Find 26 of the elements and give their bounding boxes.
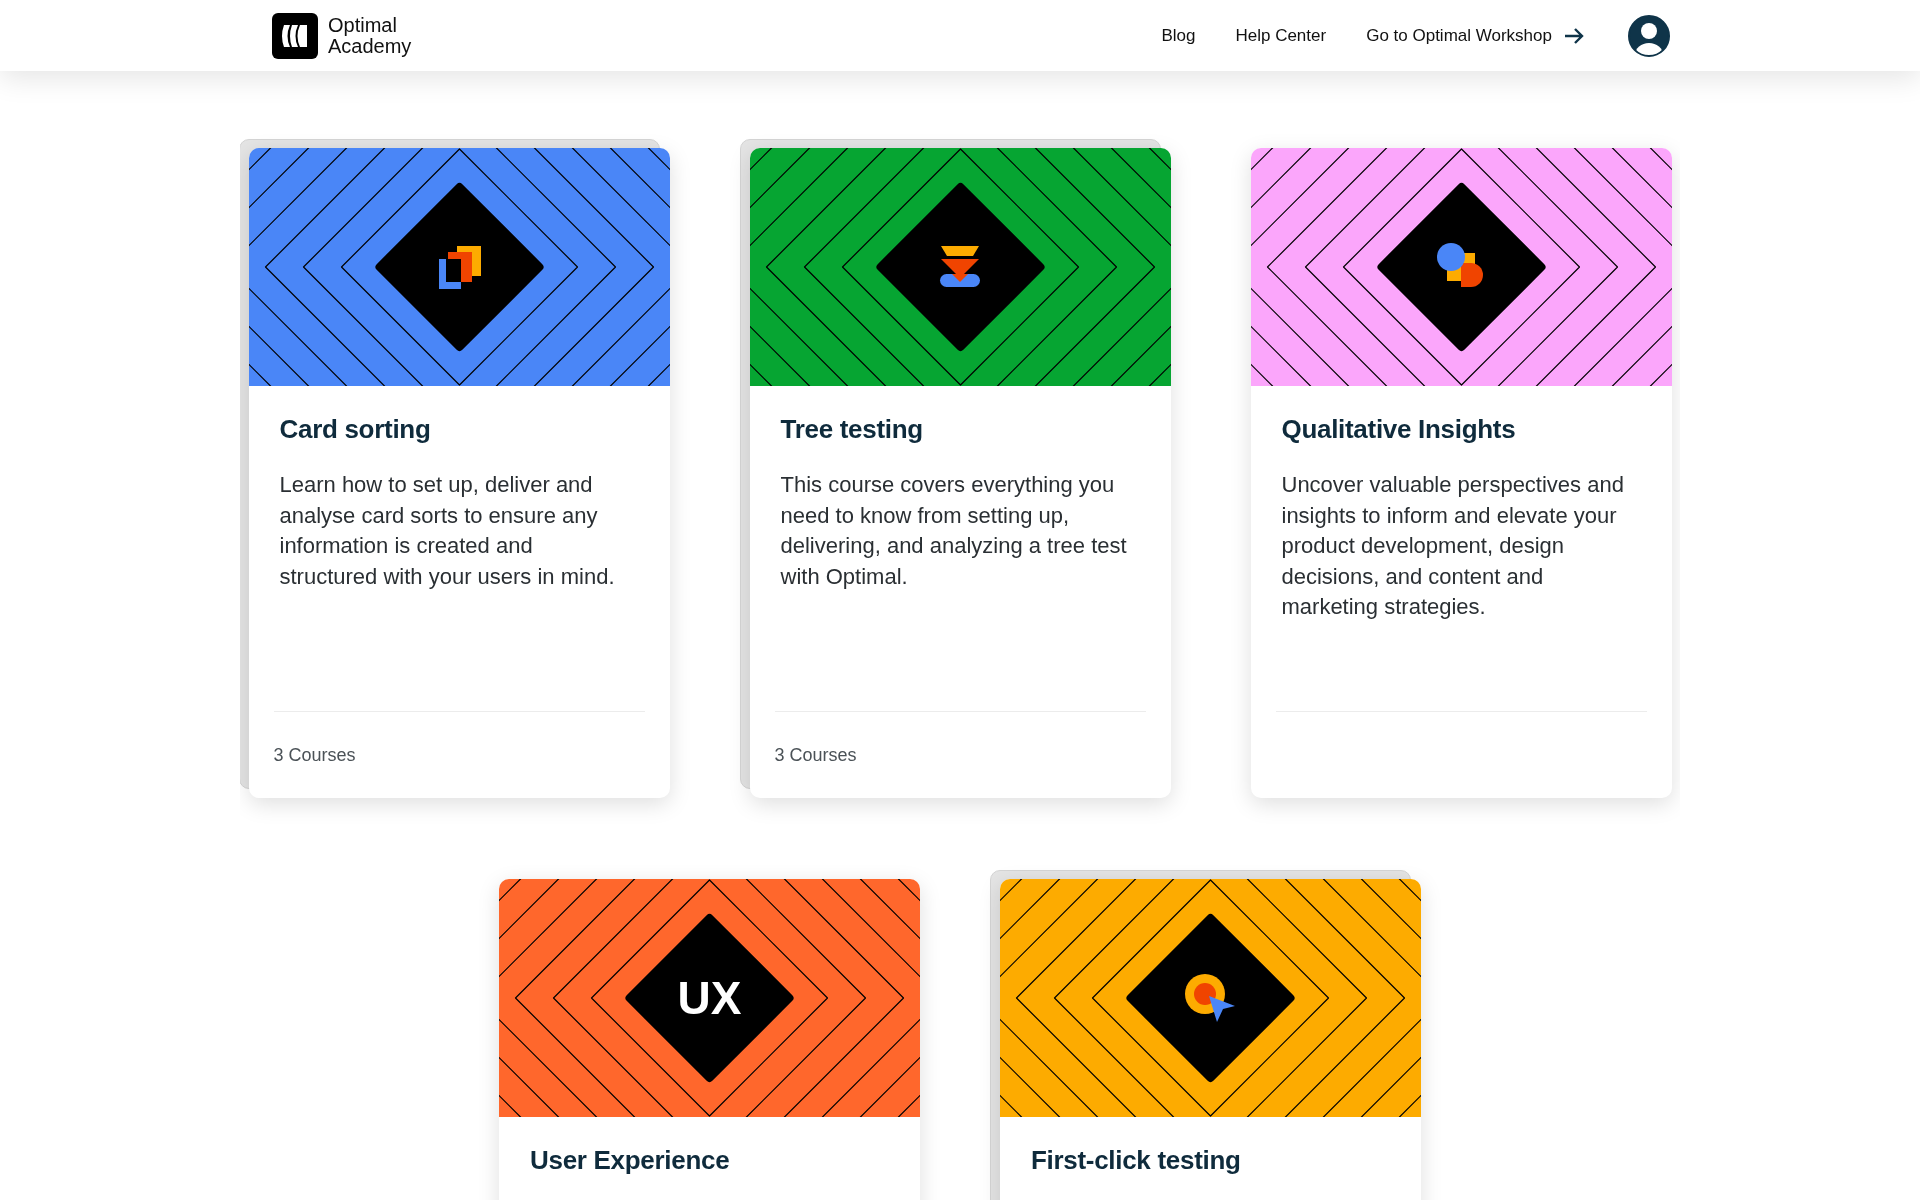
card-title: First-click testing [1031,1144,1242,1176]
course-card[interactable]: Card sorting Learn how to set up, deliver and analyse card sorts to ensure any information is created and structured with your users in mind. 3 Courses [248,148,670,798]
course-card[interactable]: Qualitative Insights Uncover valuable perspectives and insights to inform and elevate your product development, design decisions, and content and marketing strategies. [1250,148,1672,798]
nav-link[interactable]: Blog [1161,22,1196,49]
arrow-icon [1564,27,1584,44]
card-description: This course covers everything you need to know from setting up, delivering, and analyzing a tree test with Optimal. [780,471,1128,591]
avatar-icon[interactable] [1628,14,1670,57]
course-card[interactable]: Tree testing This course covers everything you need to know from setting up, delivering, and analyzing a tree test with Optimal. 3 Courses [749,148,1171,798]
card-title: Tree testing [780,413,924,445]
logo-text[interactable]: Academy [328,35,412,57]
card-title: Card sorting [279,413,432,445]
logo-text[interactable]: Optimal [328,14,412,36]
course-card[interactable]: UX User Experience [499,879,920,1200]
card-title: User Experience [530,1144,731,1176]
logo-icon[interactable] [272,12,318,59]
stack-icon [939,244,981,290]
course-count: 3 Courses [774,743,857,767]
ux-label: UX [677,975,742,1021]
course-count: 3 Courses [273,743,356,767]
nav-link[interactable]: Go to Optimal Workshop [1366,22,1584,49]
card-description: Uncover valuable perspectives and insights to inform and elevate your product development, design decisions, and content and marketing strategies. [1281,471,1625,621]
course-card[interactable]: First-click testing [1000,879,1421,1200]
card-title: Qualitative Insights [1281,413,1517,445]
nav-link[interactable]: Help Center [1235,22,1327,49]
cards-icon [436,244,482,290]
card-description: Learn how to set up, deliver and analyse card sorts to ensure any information is created and structured with your users in mind. [279,471,616,591]
